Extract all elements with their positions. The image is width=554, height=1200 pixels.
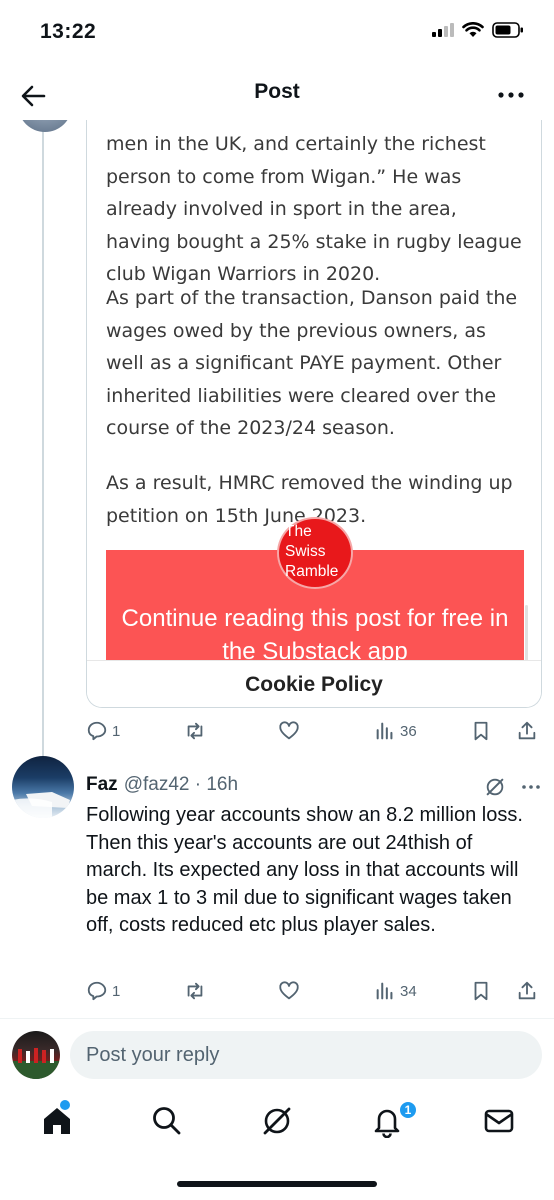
status-time: 13:22: [40, 20, 97, 43]
airplane-window-image: [12, 792, 70, 818]
repost-button[interactable]: [184, 720, 206, 742]
battery-icon: [492, 22, 523, 38]
views-button[interactable]: 36: [374, 720, 417, 742]
reply-input[interactable]: [70, 1031, 542, 1079]
messages-envelope-icon[interactable]: [482, 1104, 516, 1138]
like-button[interactable]: [278, 980, 300, 1002]
repost-icon: [187, 722, 203, 740]
grok-icon[interactable]: [260, 1104, 294, 1138]
reply-button[interactable]: 1: [86, 720, 120, 742]
wifi-icon: [462, 22, 484, 37]
views-count: 36: [400, 722, 417, 740]
thread-line: [42, 128, 44, 756]
reply-count: 1: [112, 982, 121, 1000]
reply-text: Following year accounts show an 8.2 mill…: [86, 804, 523, 936]
more-options-icon[interactable]: [496, 80, 526, 110]
reply-author-name[interactable]: Faz: [86, 774, 118, 796]
grok-icon[interactable]: [484, 776, 506, 798]
search-icon[interactable]: [150, 1104, 184, 1138]
share-button[interactable]: [516, 980, 538, 1002]
substack-preview-card[interactable]: men in the UK, and certainly the richest…: [86, 120, 542, 708]
bookmark-button[interactable]: [470, 980, 492, 1002]
bookmark-icon: [474, 981, 488, 1001]
reply-handle-time: @faz42 · 16h: [123, 774, 239, 795]
scroll-indicator: [525, 605, 528, 665]
user-avatar[interactable]: [12, 1031, 60, 1079]
views-button[interactable]: 34: [374, 980, 417, 1002]
repost-icon: [187, 982, 203, 1000]
divider: [0, 1018, 554, 1019]
views-count: 34: [400, 982, 417, 1000]
share-icon: [518, 981, 536, 1000]
notifications-badge: 1: [398, 1100, 418, 1120]
reply-more-icon[interactable]: [520, 776, 542, 798]
share-button[interactable]: [516, 720, 538, 742]
page-title: Post: [254, 80, 300, 103]
card-paragraph: men in the UK, and certainly the richest…: [106, 133, 522, 285]
bookmark-icon: [474, 721, 488, 741]
swiss-ramble-logo-text: The Swiss Ramble: [285, 523, 339, 580]
like-button[interactable]: [278, 720, 300, 742]
card-paragraph: As part of the transaction, Danson paid …: [106, 287, 518, 439]
home-indicator: [177, 1181, 377, 1187]
heart-icon: [279, 721, 299, 740]
reply-button[interactable]: 1: [86, 980, 120, 1002]
share-icon: [518, 721, 536, 740]
reply-count: 1: [112, 722, 121, 740]
views-icon: [376, 982, 393, 1000]
reply-icon: [87, 981, 107, 1001]
signal-icon: [432, 23, 454, 37]
swiss-ramble-logo: The Swiss Ramble: [277, 517, 353, 589]
home-unread-dot: [60, 1100, 70, 1110]
bookmark-button[interactable]: [470, 720, 492, 742]
views-icon: [376, 722, 393, 740]
heart-icon: [279, 981, 299, 1000]
status-icons: [432, 22, 524, 38]
repost-button[interactable]: [184, 980, 206, 1002]
home-icon[interactable]: [40, 1104, 74, 1138]
stadium-image: [12, 1048, 60, 1079]
avatar[interactable]: [12, 756, 74, 818]
original-post-avatar[interactable]: [18, 120, 72, 132]
cookie-policy-link[interactable]: Cookie Policy: [87, 660, 541, 707]
reply-header: Faz @faz42 · 16h: [86, 774, 238, 796]
reply-icon: [87, 721, 107, 741]
continue-reading-label: Continue reading this post for free in t…: [121, 605, 509, 665]
